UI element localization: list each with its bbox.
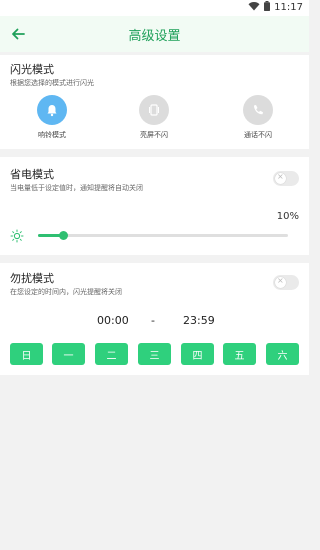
power-saving-desc: 当电量低于设定值时，通知提醒将自动关闭 [10, 184, 143, 192]
app-bar: 高级设置 [0, 16, 309, 52]
mode-screen-label: 亮屏不闪 [140, 131, 168, 139]
dnd-desc: 在您设定的时间内，闪光提醒将关闭 [10, 288, 122, 296]
mode-ring[interactable]: 响铃模式 [12, 95, 92, 140]
status-bar: 11:17 [0, 0, 309, 16]
battery-threshold-slider[interactable] [38, 231, 288, 240]
mode-call-label: 通话不闪 [244, 131, 272, 139]
toggle-off-icon: × [277, 172, 284, 181]
wifi-icon [248, 1, 260, 14]
screen-icon [139, 95, 169, 125]
status-right: 11:17 [248, 1, 303, 14]
flash-mode-title: 闪光模式 [10, 63, 54, 76]
flash-mode-desc: 根据您选择的模式进行闪光 [10, 79, 94, 87]
mode-call[interactable]: 通话不闪 [218, 95, 298, 140]
flash-mode-card: 闪光模式 根据您选择的模式进行闪光 响铃模式 亮屏不闪 通话不闪 [0, 55, 309, 149]
brightness-icon [10, 228, 24, 247]
day-fri-button[interactable]: 五 [223, 343, 256, 365]
dnd-start-time[interactable]: 00:00 [97, 314, 129, 327]
day-sun-button[interactable]: 日 [10, 343, 43, 365]
mode-ring-label: 响铃模式 [38, 131, 66, 139]
page-title: 高级设置 [128, 29, 181, 44]
power-saving-title: 省电模式 [10, 168, 54, 181]
bell-icon [37, 95, 67, 125]
power-saving-toggle[interactable]: × [273, 171, 299, 186]
day-wed-button[interactable]: 三 [138, 343, 171, 365]
day-sat-button[interactable]: 六 [266, 343, 299, 365]
day-thu-button[interactable]: 四 [181, 343, 214, 365]
day-mon-button[interactable]: 一 [52, 343, 85, 365]
battery-threshold-value: 10% [276, 211, 299, 222]
dnd-toggle[interactable]: × [273, 275, 299, 290]
dnd-title: 勿扰模式 [10, 272, 54, 285]
day-tue-button[interactable]: 二 [95, 343, 128, 365]
power-saving-card: 省电模式 当电量低于设定值时，通知提醒将自动关闭 × 10% [0, 157, 309, 255]
dnd-time-separator: - [151, 314, 155, 327]
slider-thumb[interactable] [59, 231, 68, 240]
status-time: 11:17 [274, 2, 303, 13]
mode-screen[interactable]: 亮屏不闪 [114, 95, 194, 140]
flash-mode-options: 响铃模式 亮屏不闪 通话不闪 [0, 95, 309, 139]
phone-icon [243, 95, 273, 125]
toggle-off-icon: × [277, 276, 284, 285]
battery-icon [264, 1, 271, 14]
dnd-end-time[interactable]: 23:59 [183, 314, 215, 327]
weekday-selector: 日 一 二 三 四 五 六 [0, 343, 309, 367]
